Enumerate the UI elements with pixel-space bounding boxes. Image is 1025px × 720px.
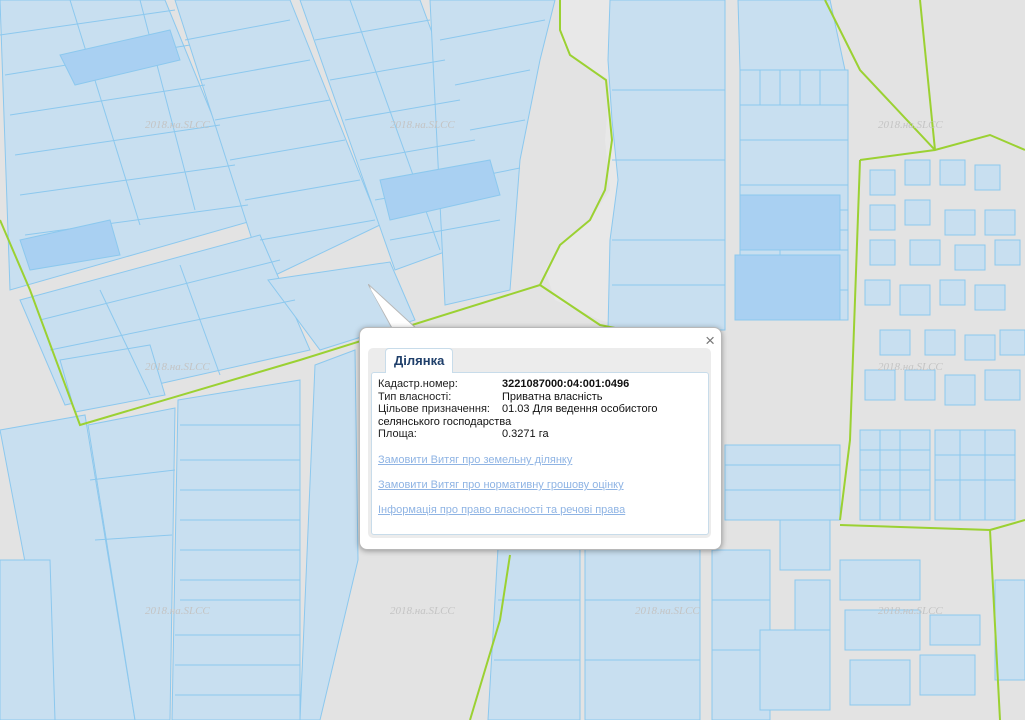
parcel-attributes: Кадастр.номер: 3221087000:04:001:0496 Ти… xyxy=(378,378,703,441)
watermark-text: 2018.на.SLCC xyxy=(390,119,455,131)
tab-parcel[interactable]: Ділянка xyxy=(385,348,454,373)
watermark-text: 2018.на.SLCC xyxy=(878,119,943,131)
ownership-type-value: Приватна власність xyxy=(502,390,603,403)
field-label: Кадастр.номер: xyxy=(378,378,458,390)
field-label: Цільове призначення: xyxy=(378,403,490,415)
area-value: 0.3271 га xyxy=(502,428,549,440)
parcel-info-popup: × Ділянка Кадастр.номер: 3221087000:04:0… xyxy=(359,327,722,550)
field-area: Площа: 0.3271 га xyxy=(378,428,703,441)
order-valuation-extract-link[interactable]: Замовити Витяг про нормативну грошову оц… xyxy=(378,479,624,491)
cadastral-number-value: 3221087000:04:001:0496 xyxy=(502,378,630,390)
field-label: Тип власності: xyxy=(378,390,452,403)
watermark-text: 2018.на.SLCC xyxy=(635,605,700,617)
watermark-text: 2018.на.SLCC xyxy=(145,605,210,617)
order-land-extract-link[interactable]: Замовити Витяг про земельну ділянку xyxy=(378,454,572,466)
watermark-text: 2018.на.SLCC xyxy=(145,361,210,373)
popup-pointer xyxy=(368,284,419,330)
watermark-text: 2018.на.SLCC xyxy=(878,605,943,617)
parcel-info-panel: Кадастр.номер: 3221087000:04:001:0496 Ти… xyxy=(371,372,709,535)
watermark-text: 2018.на.SLCC xyxy=(390,605,455,617)
field-cadastral-number: Кадастр.номер: 3221087000:04:001:0496 xyxy=(378,378,703,391)
field-ownership-type: Тип власності: Приватна власність xyxy=(378,391,703,404)
field-purpose: Цільове призначення: 01.03 Для ведення о… xyxy=(378,403,703,416)
ownership-rights-info-link[interactable]: Інформація про право власності та речові… xyxy=(378,504,625,516)
watermark-text: 2018.на.SLCC xyxy=(878,361,943,373)
purpose-value-continuation: селянського господарства xyxy=(378,415,512,428)
purpose-value: 01.03 Для ведення особистого xyxy=(502,403,658,415)
field-label: Площа: xyxy=(378,428,417,440)
parcel-highlight-center xyxy=(734,194,841,321)
field-purpose-continuation: селянського господарства xyxy=(378,416,703,429)
watermark-text: 2018.на.SLCC xyxy=(145,119,210,131)
